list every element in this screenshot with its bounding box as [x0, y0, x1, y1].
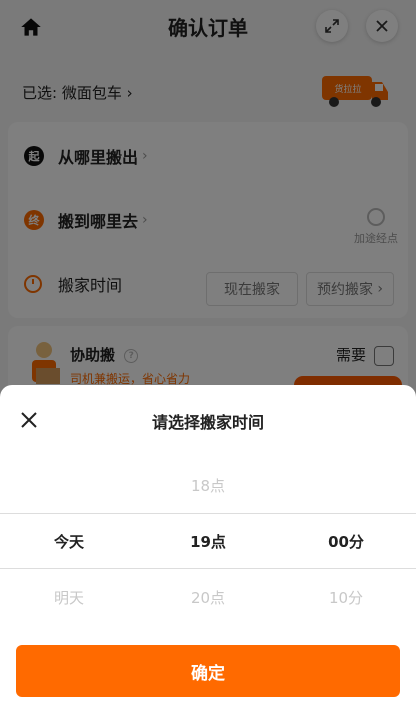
day-option-below[interactable]: 明天	[0, 587, 138, 608]
order-confirm-page: 确认订单 已选: 微面包车 › 货拉拉 起 从哪里搬出 › 终	[0, 0, 416, 710]
day-option-selected[interactable]: 今天	[0, 531, 138, 552]
confirm-button[interactable]: 确定	[16, 645, 400, 697]
hour-option-below[interactable]: 20点	[139, 587, 277, 608]
minute-option-below[interactable]: 10分	[277, 587, 415, 608]
day-column[interactable]: 今天 明天	[0, 457, 138, 637]
minute-column[interactable]: 00分 10分	[277, 457, 415, 637]
hour-column[interactable]: 18点 19点 20点	[139, 457, 277, 637]
time-picker-sheet: 请选择搬家时间 今天 明天 18点 19点 20点 00分 10分 确定	[0, 385, 416, 710]
hour-option-selected[interactable]: 19点	[139, 531, 277, 552]
minute-option-selected[interactable]: 00分	[277, 531, 415, 552]
sheet-title: 请选择搬家时间	[151, 413, 264, 432]
hour-option-above[interactable]: 18点	[139, 475, 277, 496]
time-picker: 今天 明天 18点 19点 20点 00分 10分	[0, 457, 416, 637]
